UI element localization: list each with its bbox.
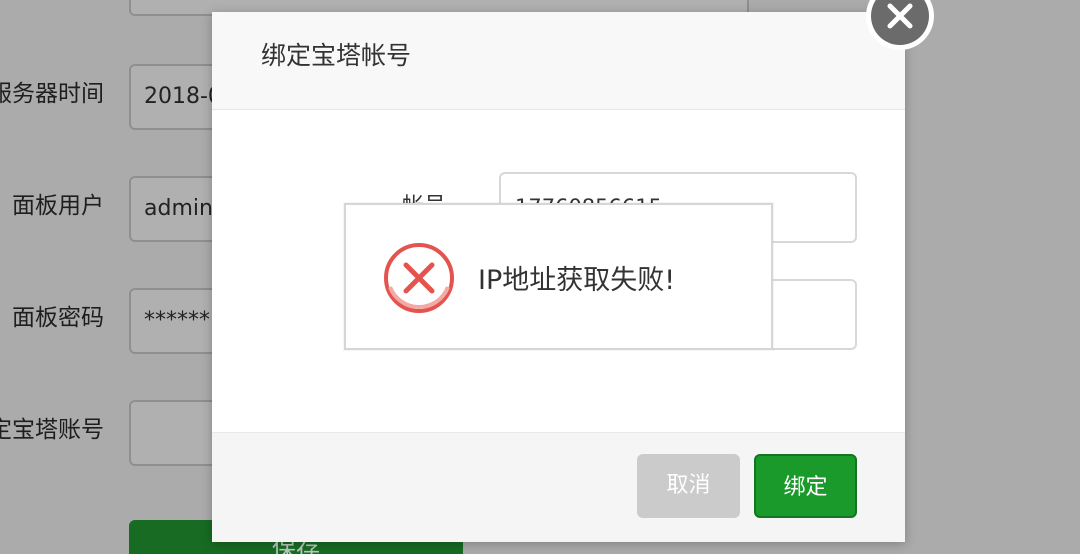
error-icon bbox=[382, 241, 456, 315]
modal-title: 绑定宝塔帐号 bbox=[261, 41, 412, 70]
toast-message: IP地址获取失败! bbox=[478, 265, 676, 296]
bind-button[interactable]: 绑定 bbox=[754, 454, 857, 518]
modal-footer: 取消 绑定 bbox=[212, 432, 905, 542]
modal-header: 绑定宝塔帐号 bbox=[212, 12, 905, 110]
cancel-button[interactable]: 取消 bbox=[637, 454, 740, 518]
close-button[interactable] bbox=[866, 0, 934, 50]
error-toast: IP地址获取失败! bbox=[344, 203, 773, 350]
page: 服务器时间 2018-0 面板用户 admin 面板密码 ****** 绑定宝塔… bbox=[0, 0, 1080, 554]
close-icon bbox=[871, 0, 929, 45]
